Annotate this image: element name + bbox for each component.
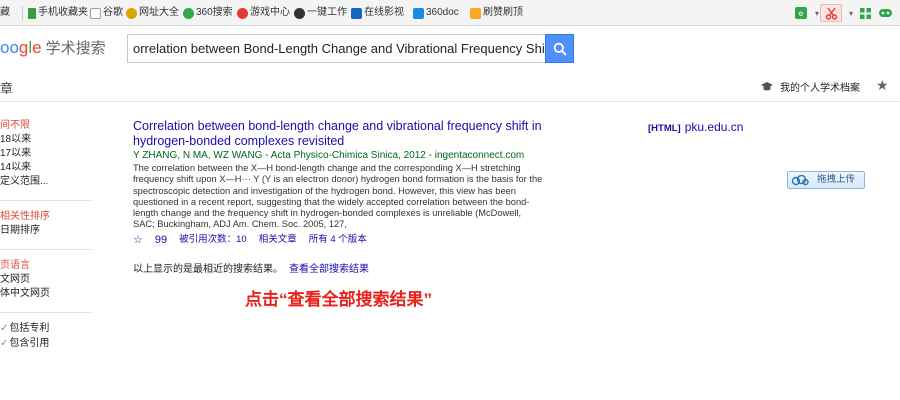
bookmark-label: 刷赞刷顶 xyxy=(483,7,523,18)
source-domain: pku.edu.cn xyxy=(684,120,744,134)
tutorial-annotation: 点击“查看全部搜索结果” xyxy=(245,290,432,309)
cited-by-link[interactable]: 被引用次数：10 xyxy=(179,234,247,246)
cloud-upload-icon xyxy=(791,174,809,185)
results-note: 以上显示的是最相近的搜索结果。 查看全部搜索结果 xyxy=(133,264,369,276)
scholar-logo[interactable]: oogle 学术搜索 xyxy=(0,38,106,59)
bookmark-online-video[interactable]: 在线影视 xyxy=(351,5,404,21)
bookmark-label: 360doc xyxy=(426,7,459,18)
results-note-text: 以上显示的是最相近的搜索结果。 xyxy=(133,264,283,275)
search-button[interactable] xyxy=(545,34,574,63)
checkbox-icon: ✓ xyxy=(0,338,9,349)
checkbox-icon: ✓ xyxy=(0,323,9,334)
bookmark-google[interactable]: 谷歌 xyxy=(90,5,123,21)
divider xyxy=(0,312,92,313)
filter-since-2014[interactable]: 14以来 xyxy=(0,161,31,174)
upload-label: 拖拽上传 xyxy=(817,174,856,185)
url-directory-icon xyxy=(126,7,137,19)
filter-simplified-chinese[interactable]: 体中文网页 xyxy=(0,287,50,300)
work-icon xyxy=(294,7,305,19)
checkbox-label: 包含引用 xyxy=(9,338,50,349)
bookmarks-bar: 藏 手机收藏夹 谷歌 网址大全 360搜索 游戏中心 一键工作 在线影视 360… xyxy=(0,0,900,26)
save-star-icon[interactable]: ☆ xyxy=(133,234,143,246)
gamepad-icon[interactable] xyxy=(876,4,894,22)
my-profile-link[interactable]: 我的个人学术档案 xyxy=(760,79,860,94)
result-title-link[interactable]: Correlation between bond-length change a… xyxy=(133,119,553,148)
result-actions: ☆ 99 被引用次数：10 相关文章 所有 4 个版本 xyxy=(133,234,379,246)
star-icon[interactable]: ★ xyxy=(876,77,889,94)
bookmark-mobile-favorites[interactable]: 手机收藏夹 xyxy=(28,5,88,21)
drag-upload-button[interactable]: 拖拽上传 xyxy=(787,171,865,189)
bookmark-label: 手机收藏夹 xyxy=(38,7,88,18)
folder-icon xyxy=(470,7,481,19)
filter-since-2018[interactable]: 18以来 xyxy=(0,133,31,146)
bookmark-label: 一键工作 xyxy=(307,7,347,18)
logo-letters: oo xyxy=(0,38,19,57)
bookmark-label: 网址大全 xyxy=(139,7,179,18)
video-icon xyxy=(351,7,362,19)
doc-icon xyxy=(413,7,424,19)
bookmark-label: 谷歌 xyxy=(103,7,123,18)
page-icon xyxy=(90,7,101,19)
divider xyxy=(22,6,23,20)
filter-chinese-pages[interactable]: 文网页 xyxy=(0,273,30,286)
include-patents-checkbox[interactable]: ✓包括专利 xyxy=(0,322,49,335)
search-input-value: orrelation between Bond-Length Change an… xyxy=(133,41,545,56)
bookmark-label: 360搜索 xyxy=(196,7,233,18)
logo-suffix: 学术搜索 xyxy=(45,40,106,57)
filter-any-language[interactable]: 页语言 xyxy=(0,259,30,272)
bookmark-360-search[interactable]: 360搜索 xyxy=(183,5,233,21)
bookmark-url-directory[interactable]: 网址大全 xyxy=(126,5,179,21)
svg-text:e: e xyxy=(799,9,804,18)
section-title: 章 xyxy=(0,81,14,96)
grid-icon[interactable] xyxy=(856,4,874,22)
bookmark-game-center[interactable]: 游戏中心 xyxy=(237,5,290,21)
bookmark-like-top[interactable]: 刷赞刷顶 xyxy=(470,5,523,21)
logo-letters: g xyxy=(18,38,29,57)
all-versions-link[interactable]: 所有 4 个版本 xyxy=(309,234,367,246)
search-icon xyxy=(553,42,567,56)
filter-custom-range[interactable]: 定义范围... xyxy=(0,175,48,188)
graduation-cap-icon xyxy=(761,81,773,90)
results-subnav: 章 我的个人学术档案 ★ xyxy=(0,70,900,102)
cite-icon[interactable]: 99 xyxy=(155,234,167,246)
filter-since-2017[interactable]: 17以来 xyxy=(0,147,31,160)
related-articles-link[interactable]: 相关文章 xyxy=(259,234,297,246)
bookmark-label: 藏 xyxy=(0,7,10,18)
include-citations-checkbox[interactable]: ✓包含引用 xyxy=(0,337,49,350)
divider xyxy=(0,249,92,250)
filter-any-time[interactable]: 间不限 xyxy=(0,119,30,132)
profile-label: 我的个人学术档案 xyxy=(780,83,860,94)
phone-icon xyxy=(28,7,36,19)
bookmark-360doc[interactable]: 360doc xyxy=(413,5,459,21)
sort-by-relevance[interactable]: 相关性排序 xyxy=(0,210,50,223)
search-input[interactable]: orrelation between Bond-Length Change an… xyxy=(127,34,545,63)
checkbox-label: 包括专利 xyxy=(9,323,50,334)
view-all-results-link[interactable]: 查看全部搜索结果 xyxy=(289,264,369,275)
result-authors: Y ZHANG, N MA, WZ WANG - Acta Physico-Ch… xyxy=(133,150,525,161)
bookmark-label: 游戏中心 xyxy=(250,7,290,18)
bookmark-favorites[interactable]: 藏 xyxy=(0,5,10,21)
360-search-icon xyxy=(183,7,194,19)
game-center-icon xyxy=(237,7,248,19)
logo-letters: e xyxy=(32,38,42,57)
result-snippet: The correlation between the X—H bond-len… xyxy=(133,163,543,230)
bookmark-one-click-work[interactable]: 一键工作 xyxy=(294,5,347,21)
scissors-icon[interactable] xyxy=(820,4,842,22)
format-tag: [HTML] xyxy=(648,123,681,134)
bookmark-label: 在线影视 xyxy=(364,7,404,18)
full-text-link[interactable]: [HTML] pku.edu.cn xyxy=(648,120,743,136)
divider xyxy=(0,200,92,201)
sort-by-date[interactable]: 日期排序 xyxy=(0,224,40,237)
